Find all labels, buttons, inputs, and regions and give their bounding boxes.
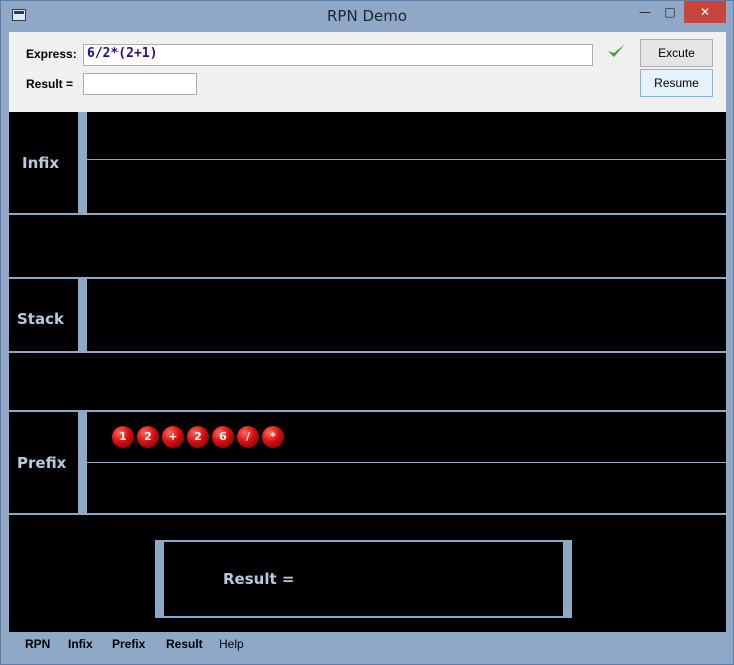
prefix-token-ball: 1 — [112, 426, 134, 448]
infix-label: Infix — [22, 154, 60, 172]
visualization-canvas: Infix Stack Prefix 1 2 + 2 6 / * Result … — [9, 112, 726, 632]
resume-button[interactable]: Resume — [640, 69, 713, 97]
prefix-token-ball: 2 — [187, 426, 209, 448]
prefix-token-ball: 6 — [212, 426, 234, 448]
menu-bar: RPN Infix Prefix Result Help — [9, 632, 726, 656]
prefix-token-ball: 2 — [137, 426, 159, 448]
excute-button[interactable]: Excute — [640, 39, 713, 67]
prefix-label: Prefix — [17, 454, 67, 472]
maximize-icon[interactable]: □ — [659, 1, 681, 23]
prefix-top-rule — [9, 410, 726, 412]
input-panel: Express: 6/2*(2+1) Excute Result = Resum… — [9, 32, 726, 112]
menu-item-result[interactable]: Result — [166, 637, 203, 651]
result-label: Result = — [26, 77, 74, 91]
menu-item-rpn[interactable]: RPN — [25, 637, 50, 651]
prefix-bottom-rule — [9, 513, 726, 515]
stack-divider — [78, 279, 87, 351]
menu-item-prefix[interactable]: Prefix — [112, 637, 145, 651]
infix-midline — [87, 159, 726, 160]
stack-bottom-rule — [9, 351, 726, 353]
infix-divider — [78, 112, 87, 213]
result-panel — [155, 540, 572, 618]
checkmark-icon — [608, 44, 625, 57]
prefix-divider — [78, 412, 87, 513]
express-input[interactable]: 6/2*(2+1) — [83, 44, 593, 66]
title-bar[interactable]: RPN Demo — □ ✕ — [1, 1, 733, 31]
window-title: RPN Demo — [326, 7, 408, 25]
minimize-icon[interactable]: — — [634, 1, 656, 23]
prefix-midline — [87, 462, 726, 463]
close-icon[interactable]: ✕ — [684, 1, 726, 23]
stack-label: Stack — [17, 310, 64, 328]
menu-item-help[interactable]: Help — [219, 637, 244, 651]
prefix-token-ball: + — [162, 426, 184, 448]
result-field[interactable] — [83, 73, 197, 95]
menu-item-infix[interactable]: Infix — [68, 637, 93, 651]
prefix-token-ball: * — [262, 426, 284, 448]
app-window: RPN Demo — □ ✕ Express: 6/2*(2+1) Excute… — [0, 0, 734, 665]
stack-top-rule — [9, 277, 726, 279]
infix-bottom-rule — [9, 213, 726, 215]
prefix-token-ball: / — [237, 426, 259, 448]
result-panel-label: Result = — [223, 570, 295, 588]
express-label: Express: — [26, 47, 77, 61]
